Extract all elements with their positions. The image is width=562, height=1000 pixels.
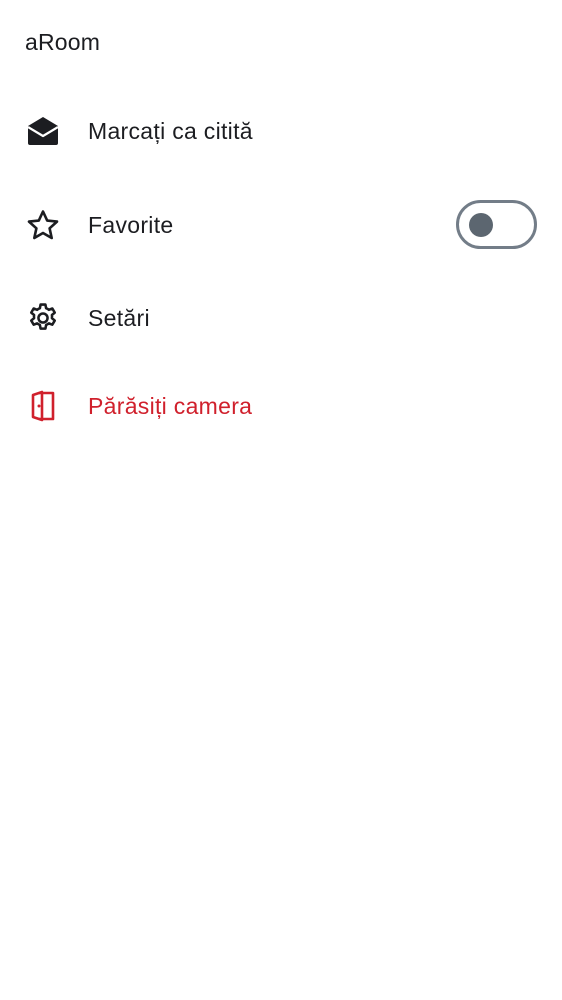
- room-options-sheet: aRoom Marcați ca citită Favorite Setări: [0, 0, 562, 1000]
- settings-label: Setări: [88, 304, 150, 331]
- gear-icon: [25, 300, 61, 336]
- favourite-toggle[interactable]: [456, 200, 537, 249]
- leave-door-icon: [25, 388, 61, 424]
- room-name: aRoom: [25, 29, 101, 55]
- toggle-knob: [469, 213, 493, 237]
- mark-as-read-label: Marcați ca citită: [88, 117, 253, 144]
- envelope-open-icon: [25, 113, 61, 149]
- mark-as-read-item[interactable]: Marcați ca citită: [0, 91, 562, 171]
- favourite-label: Favorite: [88, 211, 174, 238]
- leave-room-label: Părăsiți camera: [88, 392, 253, 419]
- settings-item[interactable]: Setări: [0, 278, 562, 358]
- star-icon: [25, 207, 61, 243]
- leave-room-item[interactable]: Părăsiți camera: [0, 366, 562, 446]
